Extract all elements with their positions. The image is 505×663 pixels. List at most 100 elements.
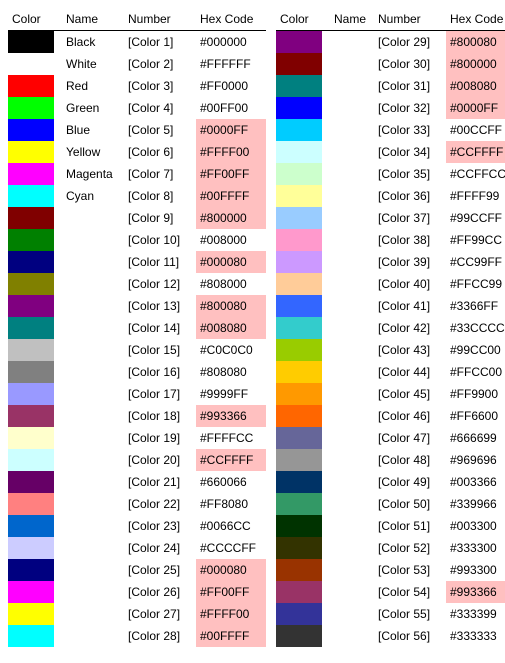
name-cell — [330, 515, 374, 537]
number-cell: [Color 12] — [124, 273, 196, 295]
table-row: [Color 16]#808080 — [8, 361, 266, 383]
name-cell — [330, 361, 374, 383]
number-cell: [Color 39] — [374, 251, 446, 273]
name-cell — [330, 31, 374, 54]
color-swatch — [276, 493, 322, 515]
number-cell: [Color 24] — [124, 537, 196, 559]
table-row: [Color 38]#FF99CC — [276, 229, 505, 251]
swatch-cell — [8, 295, 62, 317]
hex-cell: #00FFFF — [196, 625, 266, 647]
table-row: Blue[Color 5]#0000FF — [8, 119, 266, 141]
number-cell: [Color 38] — [374, 229, 446, 251]
number-cell: [Color 44] — [374, 361, 446, 383]
name-cell — [62, 251, 124, 273]
table-row: [Color 11]#000080 — [8, 251, 266, 273]
number-cell: [Color 34] — [374, 141, 446, 163]
table-row: [Color 45]#FF9900 — [276, 383, 505, 405]
hex-cell: #CCFFFF — [196, 449, 266, 471]
number-cell: [Color 36] — [374, 185, 446, 207]
name-cell — [330, 427, 374, 449]
number-cell: [Color 56] — [374, 625, 446, 647]
swatch-cell — [8, 97, 62, 119]
number-cell: [Color 18] — [124, 405, 196, 427]
swatch-cell — [8, 317, 62, 339]
swatch-cell — [276, 361, 330, 383]
hex-cell: #00FFFF — [196, 185, 266, 207]
swatch-cell — [276, 163, 330, 185]
number-cell: [Color 17] — [124, 383, 196, 405]
table-row: [Color 40]#FFCC99 — [276, 273, 505, 295]
swatch-cell — [8, 383, 62, 405]
swatch-cell — [8, 53, 62, 75]
swatch-cell — [276, 207, 330, 229]
color-swatch — [8, 273, 54, 295]
table-row: [Color 49]#003366 — [276, 471, 505, 493]
color-swatch — [8, 493, 54, 515]
number-cell: [Color 10] — [124, 229, 196, 251]
color-swatch — [8, 383, 54, 405]
swatch-cell — [276, 625, 330, 647]
swatch-cell — [276, 317, 330, 339]
color-swatch — [276, 515, 322, 537]
swatch-cell — [8, 405, 62, 427]
number-cell: [Color 31] — [374, 75, 446, 97]
name-cell — [62, 493, 124, 515]
table-row: [Color 12]#808000 — [8, 273, 266, 295]
table-row: [Color 19]#FFFFCC — [8, 427, 266, 449]
swatch-cell — [8, 163, 62, 185]
swatch-cell — [8, 449, 62, 471]
table-row: [Color 25]#000080 — [8, 559, 266, 581]
hex-cell: #800000 — [196, 207, 266, 229]
hex-cell: #FF00FF — [196, 163, 266, 185]
color-swatch — [276, 207, 322, 229]
number-cell: [Color 26] — [124, 581, 196, 603]
name-cell — [330, 581, 374, 603]
hex-cell: #808080 — [196, 361, 266, 383]
table-row: [Color 33]#00CCFF — [276, 119, 505, 141]
table-row: [Color 26]#FF00FF — [8, 581, 266, 603]
name-cell — [330, 295, 374, 317]
table-row: Magenta[Color 7]#FF00FF — [8, 163, 266, 185]
color-swatch — [8, 251, 54, 273]
number-cell: [Color 35] — [374, 163, 446, 185]
name-cell — [330, 603, 374, 625]
swatch-cell — [8, 185, 62, 207]
name-cell: Yellow — [62, 141, 124, 163]
color-swatch — [8, 339, 54, 361]
number-cell: [Color 40] — [374, 273, 446, 295]
name-cell — [330, 119, 374, 141]
number-cell: [Color 28] — [124, 625, 196, 647]
number-cell: [Color 32] — [374, 97, 446, 119]
name-cell: Cyan — [62, 185, 124, 207]
header-number: Number — [374, 8, 446, 31]
table-row: [Color 48]#969696 — [276, 449, 505, 471]
name-cell — [62, 295, 124, 317]
color-swatch — [276, 625, 322, 647]
color-swatch — [8, 581, 54, 603]
number-cell: [Color 16] — [124, 361, 196, 383]
hex-cell: #000080 — [196, 559, 266, 581]
hex-cell: #800080 — [446, 31, 505, 54]
swatch-cell — [8, 207, 62, 229]
hex-cell: #0066CC — [196, 515, 266, 537]
left-column: Color Name Number Hex Code Black[Color 1… — [8, 8, 266, 647]
table-row: [Color 50]#339966 — [276, 493, 505, 515]
table-row: [Color 37]#99CCFF — [276, 207, 505, 229]
table-row: [Color 35]#CCFFCC — [276, 163, 505, 185]
hex-cell: #33CCCC — [446, 317, 505, 339]
table-row: [Color 54]#993366 — [276, 581, 505, 603]
number-cell: [Color 33] — [374, 119, 446, 141]
name-cell — [330, 625, 374, 647]
hex-cell: #808000 — [196, 273, 266, 295]
swatch-cell — [276, 603, 330, 625]
color-swatch — [276, 449, 322, 471]
hex-cell: #660066 — [196, 471, 266, 493]
color-swatch — [276, 383, 322, 405]
table-row: [Color 27]#FFFF00 — [8, 603, 266, 625]
swatch-cell — [8, 515, 62, 537]
header-hex: Hex Code — [196, 8, 266, 31]
number-cell: [Color 45] — [374, 383, 446, 405]
number-cell: [Color 20] — [124, 449, 196, 471]
swatch-cell — [8, 273, 62, 295]
color-swatch — [8, 185, 54, 207]
